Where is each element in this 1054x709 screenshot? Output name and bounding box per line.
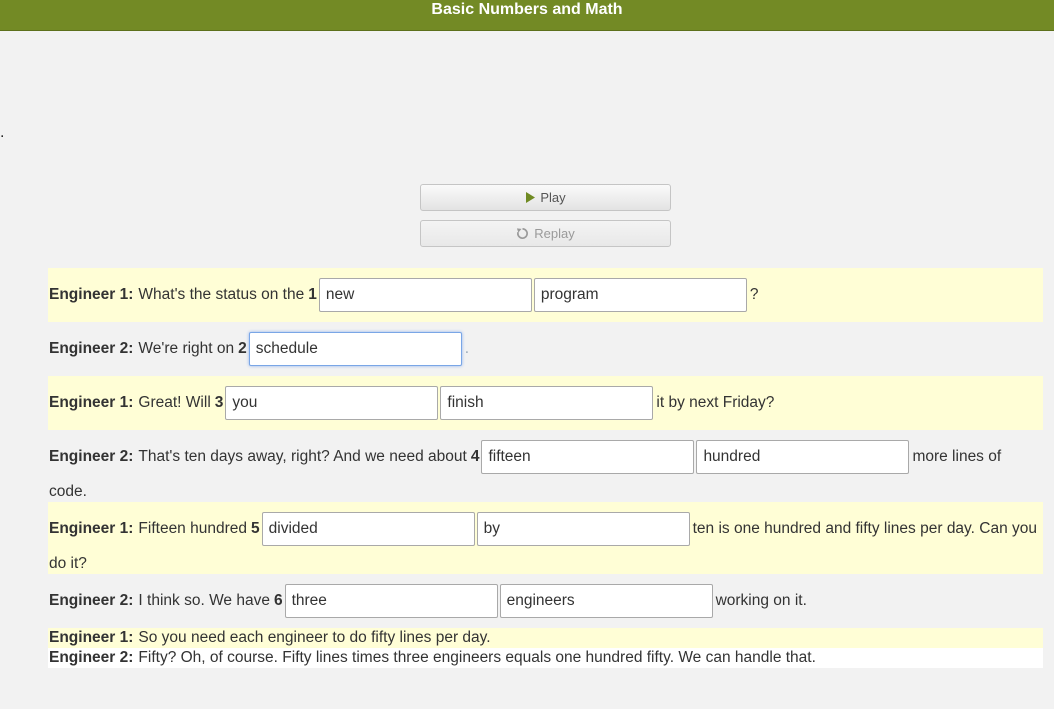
speaker-label: Engineer 1: [49, 520, 134, 537]
question-number: 1 [308, 286, 317, 303]
line-text: Great! Will [138, 394, 211, 411]
replay-icon [516, 227, 529, 240]
app-title-bar: Basic Numbers and Math [0, 0, 1054, 31]
replay-button-label: Replay [534, 226, 575, 241]
line-text-after: ten is one hundred and fifty lines per d… [692, 520, 1038, 537]
question-number: 2 [238, 340, 247, 357]
play-button-label: Play [540, 190, 566, 205]
page-title: Basic Numbers and Math [431, 1, 623, 18]
question-number: 6 [273, 592, 283, 609]
speaker-label: Engineer 2: [49, 340, 134, 357]
answer-field-3b[interactable] [440, 386, 654, 420]
answer-field-5b[interactable] [476, 512, 690, 546]
dialogue-line-1: Engineer 1: What's the status on the 1 ? [48, 268, 1043, 322]
speaker-label: Engineer 1: [49, 629, 134, 646]
line-text: We're right on [138, 340, 235, 357]
speaker-label: Engineer 1: [49, 394, 134, 411]
dialogue-line-5: Engineer 1: Fifteen hundred 5 ten is one… [48, 502, 1043, 574]
stray-text: . [0, 124, 5, 141]
line-text-continuation: do it? [49, 555, 87, 572]
answer-field-1b[interactable] [533, 278, 747, 312]
speaker-label: Engineer 2: [49, 649, 134, 666]
answer-field-4b[interactable] [696, 440, 910, 474]
line-text: Fifteen hundred [138, 520, 247, 537]
line-text: I think so. We have [138, 592, 270, 609]
line-text: That's ten days away, right? And we need… [138, 448, 467, 465]
dialogue-line-8: Engineer 2: Fifty? Oh, of course. Fifty … [48, 648, 1043, 668]
question-number: 3 [214, 394, 224, 411]
dialogue-line-3: Engineer 1: Great! Will 3 it by next Fri… [48, 376, 1043, 430]
answer-field-3a[interactable] [225, 386, 439, 420]
answer-field-2[interactable] [248, 332, 462, 366]
question-number: 4 [470, 448, 480, 465]
line-text-after: working on it. [715, 592, 807, 609]
line-text: What's the status on the [138, 286, 305, 303]
line-text: So you need each engineer to do fifty li… [138, 629, 491, 646]
line-text-after: . [464, 340, 470, 357]
play-icon [525, 192, 536, 203]
replay-button[interactable]: Replay [420, 220, 671, 247]
dialogue-line-6: Engineer 2: I think so. We have 6 workin… [48, 574, 1043, 628]
answer-field-4a[interactable] [481, 440, 695, 474]
line-text-after: more lines of [912, 448, 1002, 465]
dialogue-line-4: Engineer 2: That's ten days away, right?… [48, 430, 1043, 502]
dialogue-line-7: Engineer 1: So you need each engineer to… [48, 628, 1043, 648]
speaker-label: Engineer 1: [49, 286, 134, 303]
speaker-label: Engineer 2: [49, 448, 134, 465]
line-text-continuation: code. [49, 483, 87, 500]
line-text-after: it by next Friday? [656, 394, 775, 411]
question-number: 5 [251, 520, 260, 537]
answer-field-1a[interactable] [318, 278, 532, 312]
line-text-after: ? [749, 286, 759, 303]
line-text: Fifty? Oh, of course. Fifty lines times … [138, 649, 816, 666]
answer-field-5a[interactable] [261, 512, 475, 546]
dialogue-line-2: Engineer 2: We're right on 2 . [48, 322, 1043, 376]
speaker-label: Engineer 2: [49, 592, 134, 609]
play-button[interactable]: Play [420, 184, 671, 211]
answer-field-6a[interactable] [284, 584, 498, 618]
answer-field-6b[interactable] [499, 584, 713, 618]
